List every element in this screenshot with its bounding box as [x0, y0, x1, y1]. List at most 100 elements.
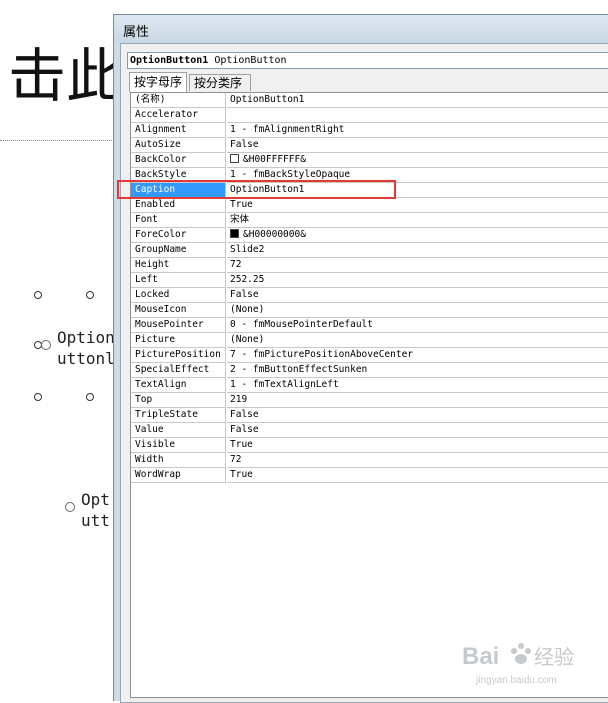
property-name[interactable]: TextAlign — [131, 378, 226, 393]
property-value[interactable]: False — [227, 138, 608, 153]
property-name[interactable]: MouseIcon — [131, 303, 226, 318]
property-value[interactable]: 72 — [227, 258, 608, 273]
property-row-mousepointer[interactable]: MousePointer 0 - fmMousePointerDefault — [131, 318, 608, 333]
property-name[interactable]: Value — [131, 423, 226, 438]
object-type: OptionButton — [214, 55, 287, 66]
property-row-enabled[interactable]: Enabled True — [131, 198, 608, 213]
property-row-left[interactable]: Left 252.25 — [131, 273, 608, 288]
property-value[interactable]: False — [227, 288, 608, 303]
property-value[interactable]: &H00FFFFFF& — [227, 153, 608, 168]
property-value[interactable]: 1 - fmTextAlignLeft — [227, 378, 608, 393]
option-button-caption-line2[interactable]: utt — [81, 511, 110, 531]
property-name[interactable]: BackColor — [131, 153, 226, 168]
properties-panel: OptionButton1 OptionButton 按字母序 按分类序 (名称… — [120, 43, 608, 703]
resize-handle[interactable] — [86, 291, 94, 299]
tab-categorized[interactable]: 按分类序 — [189, 74, 251, 91]
property-name[interactable]: Font — [131, 213, 226, 228]
property-row-alignment[interactable]: Alignment 1 - fmAlignmentRight — [131, 123, 608, 138]
property-row-groupname[interactable]: GroupName Slide2 — [131, 243, 608, 258]
property-name[interactable]: PicturePosition — [131, 348, 226, 363]
window-title: 属性 — [123, 25, 150, 40]
slide-canvas: 击此 Option uttonl Opt utt — [0, 0, 124, 701]
property-name[interactable]: Height — [131, 258, 226, 273]
property-row-accelerator[interactable]: Accelerator — [131, 108, 608, 123]
slide-title-text: 击此 — [8, 42, 125, 110]
property-name[interactable]: ForeColor — [131, 228, 226, 243]
watermark-brand-tail: 经验 — [534, 645, 574, 669]
property-name[interactable]: SpecialEffect — [131, 363, 226, 378]
property-name[interactable]: Top — [131, 393, 226, 408]
property-name[interactable]: WordWrap — [131, 468, 226, 483]
property-row-autosize[interactable]: AutoSize False — [131, 138, 608, 153]
property-name[interactable]: Picture — [131, 333, 226, 348]
properties-window: 属性 OptionButton1 OptionButton 按字母序 按分类序 … — [113, 14, 608, 703]
resize-handle[interactable] — [34, 291, 42, 299]
property-row-wordwrap[interactable]: WordWrap True — [131, 468, 608, 483]
option-button-radio-icon[interactable] — [65, 502, 75, 512]
property-name[interactable]: Locked — [131, 288, 226, 303]
property-row-[interactable]: (名称) OptionButton1 — [131, 93, 608, 108]
property-value[interactable]: Slide2 — [227, 243, 608, 258]
property-value[interactable]: 2 - fmButtonEffectSunken — [227, 363, 608, 378]
object-name: OptionButton1 — [130, 55, 209, 66]
property-row-value[interactable]: Value False — [131, 423, 608, 438]
resize-handle[interactable] — [86, 393, 94, 401]
property-name[interactable]: GroupName — [131, 243, 226, 258]
property-value[interactable]: OptionButton1 — [227, 93, 608, 108]
property-name[interactable]: TripleState — [131, 408, 226, 423]
property-value[interactable]: 宋体 — [227, 213, 608, 228]
property-name[interactable]: Width — [131, 453, 226, 468]
tab-alphabetic[interactable]: 按字母序 — [129, 72, 187, 92]
property-name[interactable]: Visible — [131, 438, 226, 453]
object-selector-dropdown[interactable]: OptionButton1 OptionButton — [127, 52, 608, 69]
property-value[interactable]: False — [227, 408, 608, 423]
property-row-pictureposition[interactable]: PicturePosition 7 - fmPicturePositionAbov… — [131, 348, 608, 363]
property-row-visible[interactable]: Visible True — [131, 438, 608, 453]
property-row-picture[interactable]: Picture (None) — [131, 333, 608, 348]
property-row-textalign[interactable]: TextAlign 1 - fmTextAlignLeft — [131, 378, 608, 393]
property-row-top[interactable]: Top 219 — [131, 393, 608, 408]
watermark-brand: Bai — [462, 643, 499, 670]
property-row-font[interactable]: Font 宋体 — [131, 213, 608, 228]
property-row-backcolor[interactable]: BackColor &H00FFFFFF& — [131, 153, 608, 168]
property-row-width[interactable]: Width 72 — [131, 453, 608, 468]
property-name[interactable]: Enabled — [131, 198, 226, 213]
option-button-radio-icon[interactable] — [41, 340, 51, 350]
property-value[interactable]: 7 - fmPicturePositionAboveCenter — [227, 348, 608, 363]
property-value[interactable]: 219 — [227, 393, 608, 408]
option-button-caption[interactable]: Option — [57, 328, 115, 348]
property-value[interactable]: True — [227, 468, 608, 483]
property-value[interactable]: 252.25 — [227, 273, 608, 288]
caption-highlight-box — [117, 180, 396, 199]
property-row-forecolor[interactable]: ForeColor &H00000000& — [131, 228, 608, 243]
window-titlebar[interactable]: 属性 — [114, 15, 608, 43]
property-name[interactable]: Left — [131, 273, 226, 288]
property-value[interactable]: True — [227, 198, 608, 213]
property-value[interactable]: False — [227, 423, 608, 438]
property-row-triplestate[interactable]: TripleState False — [131, 408, 608, 423]
option-button-caption[interactable]: Opt — [81, 490, 110, 510]
property-name[interactable]: AutoSize — [131, 138, 226, 153]
color-swatch-icon — [230, 154, 239, 163]
property-row-specialeffect[interactable]: SpecialEffect 2 - fmButtonEffectSunken — [131, 363, 608, 378]
property-name[interactable]: Accelerator — [131, 108, 226, 123]
property-row-height[interactable]: Height 72 — [131, 258, 608, 273]
property-name[interactable]: Alignment — [131, 123, 226, 138]
property-name[interactable]: (名称) — [131, 93, 226, 108]
property-value[interactable] — [227, 108, 608, 123]
property-value-text: &H00FFFFFF& — [243, 154, 306, 165]
property-value[interactable]: &H00000000& — [227, 228, 608, 243]
property-row-locked[interactable]: Locked False — [131, 288, 608, 303]
property-value[interactable]: (None) — [227, 333, 608, 348]
property-row-mouseicon[interactable]: MouseIcon (None) — [131, 303, 608, 318]
color-swatch-icon — [230, 229, 239, 238]
property-value[interactable]: 0 - fmMousePointerDefault — [227, 318, 608, 333]
property-value[interactable]: (None) — [227, 303, 608, 318]
baidu-jingyan-watermark: Bai 经验 jingyan.baidu.com — [462, 643, 574, 686]
option-button-caption-line2[interactable]: uttonl — [57, 349, 115, 369]
property-value[interactable]: 1 - fmAlignmentRight — [227, 123, 608, 138]
property-value[interactable]: 72 — [227, 453, 608, 468]
property-value[interactable]: True — [227, 438, 608, 453]
resize-handle[interactable] — [34, 393, 42, 401]
property-name[interactable]: MousePointer — [131, 318, 226, 333]
